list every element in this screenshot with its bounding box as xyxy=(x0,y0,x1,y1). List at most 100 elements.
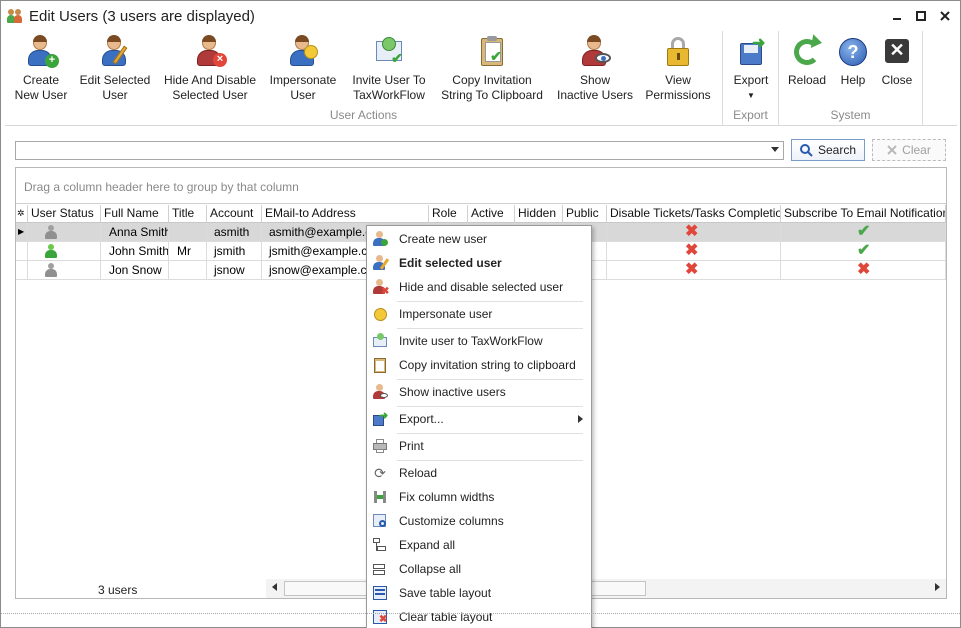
users-group-icon xyxy=(7,8,23,24)
hide-and-disable-label-2: Selected User xyxy=(172,88,248,102)
menu-item-copy-invitation[interactable]: Copy invitation string to clipboard xyxy=(367,354,591,376)
export-button[interactable]: ➜ Export ▼ xyxy=(729,35,773,103)
clipboard-icon xyxy=(372,357,388,373)
column-header-public[interactable]: Public xyxy=(563,205,607,223)
system-group-label: System xyxy=(830,108,871,122)
menu-item-impersonate[interactable]: Impersonate user xyxy=(367,303,591,325)
subscribe-cell: ✔ xyxy=(781,242,946,261)
menu-item-label: Export... xyxy=(399,412,444,426)
inactive-users-icon xyxy=(578,35,612,69)
impersonate-user-label-2: User xyxy=(290,88,316,102)
close-icon: ✕ xyxy=(880,35,914,69)
column-header-user-status[interactable]: User Status xyxy=(28,205,101,223)
save-layout-icon xyxy=(372,585,388,601)
copy-invitation-button[interactable]: ✔ Copy Invitation String To Clipboard xyxy=(437,35,547,103)
show-inactive-users-button[interactable]: Show Inactive Users xyxy=(555,35,635,103)
menu-separator xyxy=(397,406,583,407)
column-header-role[interactable]: Role xyxy=(429,205,468,223)
hide-and-disable-user-button[interactable]: × Hide And Disable Selected User xyxy=(159,35,261,103)
clear-button-label: Clear xyxy=(902,143,931,157)
row-indicator-header[interactable]: ✲ xyxy=(16,205,28,223)
view-permissions-button[interactable]: View Permissions xyxy=(641,35,715,103)
subscribe-cell: ✖ xyxy=(781,261,946,280)
view-permissions-label: View xyxy=(665,73,691,87)
fix-columns-icon xyxy=(372,489,388,505)
impersonate-user-button[interactable]: Impersonate User xyxy=(267,35,339,103)
column-header-subscribe[interactable]: Subscribe To Email Notifications xyxy=(781,205,946,223)
full-name-cell: Anna Smith xyxy=(101,223,169,242)
user-add-icon xyxy=(372,231,388,247)
menu-item-customize-columns[interactable]: Customize columns xyxy=(367,510,591,532)
close-label: Close xyxy=(881,73,913,87)
menu-item-clear-table-layout[interactable]: ✖ Clear table layout xyxy=(367,606,591,628)
close-button[interactable]: ✕ Close xyxy=(877,35,917,88)
help-button[interactable]: ? Help xyxy=(833,35,873,88)
create-new-user-button[interactable]: + Create New User xyxy=(11,35,71,103)
ribbon-group-export: ➜ Export ▼ Export xyxy=(723,31,779,126)
column-header-active[interactable]: Active xyxy=(468,205,515,223)
user-status-cell xyxy=(28,223,101,242)
group-by-panel[interactable]: Drag a column header here to group by th… xyxy=(16,168,946,204)
row-indicator-icon: ▶ xyxy=(16,223,28,242)
menu-item-expand-all[interactable]: Expand all xyxy=(367,534,591,556)
lock-icon xyxy=(661,35,695,69)
user-hide-icon: ✖ xyxy=(372,279,389,297)
ribbon-group-system: Reload ? Help ✕ Close System xyxy=(779,31,923,126)
reload-button[interactable]: Reload xyxy=(785,34,829,88)
help-icon: ? xyxy=(836,35,870,69)
menu-item-invite-user[interactable]: Invite user to TaxWorkFlow xyxy=(367,330,591,352)
edit-users-window: Edit Users (3 users are displayed) + Cre… xyxy=(0,0,961,628)
submenu-arrow-icon xyxy=(578,415,583,423)
column-header-title[interactable]: Title xyxy=(169,205,207,223)
search-button[interactable]: Search xyxy=(791,139,865,161)
search-icon xyxy=(799,143,813,157)
menu-item-label: Invite user to TaxWorkFlow xyxy=(399,334,543,348)
menu-item-create-new-user[interactable]: Create new user xyxy=(367,228,591,250)
context-menu: Create new user Edit selected user ✖ Hid… xyxy=(366,225,592,628)
export-group-label: Export xyxy=(733,108,768,122)
chevron-down-icon[interactable] xyxy=(771,147,779,152)
row-indicator xyxy=(16,242,28,261)
account-cell: jsmith xyxy=(207,242,262,261)
group-by-hint: Drag a column header here to group by th… xyxy=(24,180,299,194)
edit-selected-user-label: Edit Selected xyxy=(79,73,151,87)
column-header-full-name[interactable]: Full Name xyxy=(101,205,169,223)
menu-item-collapse-all[interactable]: Collapse all xyxy=(367,558,591,580)
maximize-icon[interactable] xyxy=(912,8,930,24)
menu-item-hide-and-disable[interactable]: ✖ Hide and disable selected user xyxy=(367,276,591,298)
hide-and-disable-label: Hide And Disable xyxy=(163,73,257,87)
copy-invitation-label: Copy Invitation xyxy=(452,73,532,87)
row-indicator xyxy=(16,261,28,280)
cross-icon: ✖ xyxy=(685,242,699,259)
menu-item-edit-selected-user[interactable]: Edit selected user xyxy=(367,252,591,274)
column-header-account[interactable]: Account xyxy=(207,205,262,223)
close-icon[interactable] xyxy=(936,8,954,24)
impersonate-icon xyxy=(372,306,388,322)
menu-item-export[interactable]: ➜ Export... xyxy=(367,408,591,430)
reload-label: Reload xyxy=(787,73,827,87)
cross-icon: ✖ xyxy=(857,261,871,278)
edit-selected-user-button[interactable]: Edit Selected User xyxy=(77,35,153,103)
scroll-left-icon[interactable] xyxy=(272,583,277,591)
menu-separator xyxy=(397,379,583,380)
menu-item-show-inactive[interactable]: Show inactive users xyxy=(367,381,591,403)
minimize-icon[interactable] xyxy=(888,8,906,24)
clear-layout-icon: ✖ xyxy=(372,609,388,625)
column-header-email[interactable]: EMail-to Address xyxy=(262,205,429,223)
menu-item-save-table-layout[interactable]: Save table layout xyxy=(367,582,591,604)
clear-button[interactable]: Clear xyxy=(872,139,946,161)
search-input[interactable] xyxy=(15,141,784,160)
menu-item-fix-column-widths[interactable]: Fix column widths xyxy=(367,486,591,508)
scroll-right-icon[interactable] xyxy=(935,583,940,591)
column-header-hidden[interactable]: Hidden xyxy=(515,205,563,223)
user-hide-icon: × xyxy=(193,35,227,69)
menu-item-print[interactable]: Print xyxy=(367,435,591,457)
inactive-users-icon xyxy=(372,384,388,400)
help-label: Help xyxy=(840,73,866,87)
account-cell: jsnow xyxy=(207,261,262,280)
column-header-disable-tickets[interactable]: Disable Tickets/Tasks Completion xyxy=(607,205,781,223)
export-icon: ➜ xyxy=(372,410,388,427)
invite-user-button[interactable]: ✔ Invite User To TaxWorkFlow xyxy=(349,35,429,103)
customize-columns-icon xyxy=(372,513,388,529)
menu-item-reload[interactable]: ⟳ Reload xyxy=(367,462,591,484)
